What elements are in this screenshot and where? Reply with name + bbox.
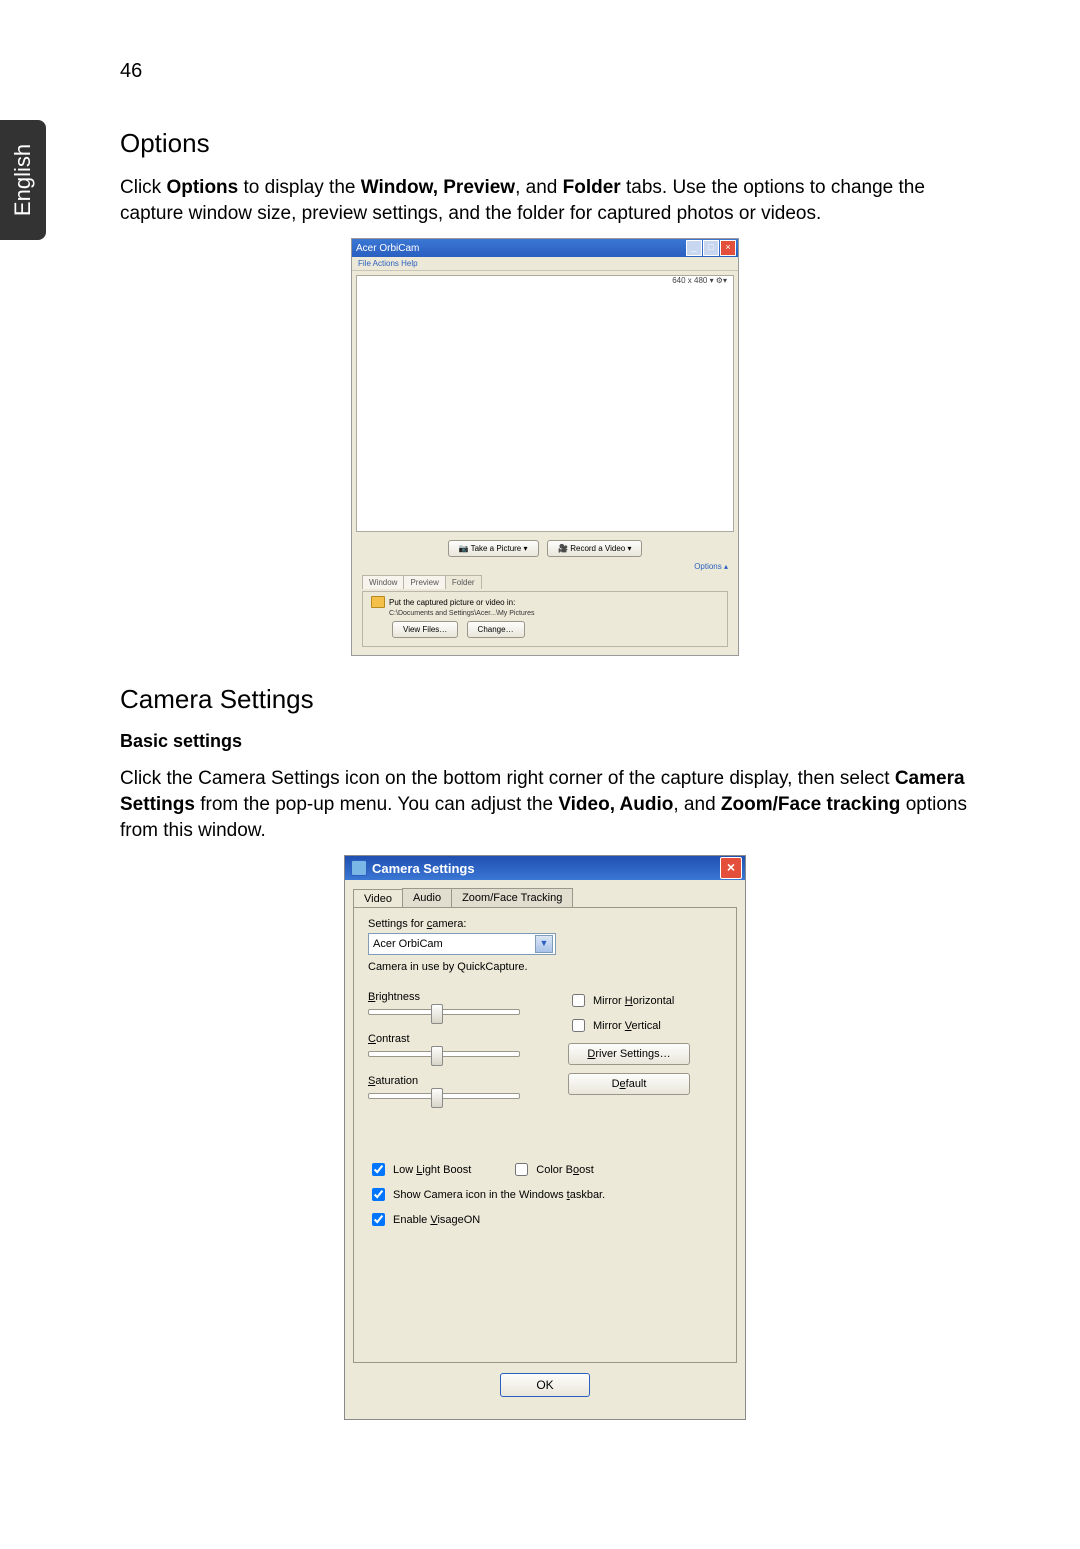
label: Record a Video	[570, 544, 625, 553]
tab-preview[interactable]: Preview	[403, 575, 445, 589]
camera-settings-paragraph: Click the Camera Settings icon on the bo…	[120, 766, 970, 843]
camera-select-value: Acer OrbiCam	[373, 938, 443, 950]
orbicam-preview-area: 640 x 480 ▾ ⚙▾	[356, 275, 734, 532]
saturation-slider[interactable]: Saturation	[368, 1075, 538, 1099]
text-bold: Video, Audio	[558, 794, 673, 815]
default-button[interactable]: Default	[568, 1073, 690, 1095]
basic-settings-subheading: Basic settings	[120, 731, 970, 752]
camera-settings-dialog: Camera Settings × Video Audio Zoom/Face …	[344, 855, 746, 1420]
orbicam-window: Acer OrbiCam _ □ × File Actions Help 640…	[351, 238, 739, 656]
camera-icon	[351, 860, 367, 876]
low-light-boost-checkbox[interactable]: Low Light Boost	[368, 1160, 471, 1179]
tab-folder[interactable]: Folder	[445, 575, 482, 589]
folder-panel: Put the captured picture or video in: C:…	[362, 591, 728, 647]
tab-window[interactable]: Window	[362, 575, 404, 589]
language-tab-label: English	[10, 144, 36, 216]
mirror-horizontal-checkbox[interactable]: Mirror Horizontal	[568, 991, 728, 1010]
enable-visageon-checkbox[interactable]: Enable VisageON	[368, 1210, 722, 1229]
camera-settings-heading: Camera Settings	[120, 684, 970, 715]
options-tabs: WindowPreviewFolder	[362, 575, 728, 589]
tab-video[interactable]: Video	[353, 889, 403, 908]
color-boost-checkbox[interactable]: Color Boost	[511, 1160, 594, 1179]
camera-in-use-status: Camera in use by QuickCapture.	[368, 961, 722, 973]
page-number: 46	[120, 60, 970, 83]
options-toggle[interactable]: Options ▴	[694, 562, 728, 571]
record-video-button[interactable]: 🎥 Record a Video ▾	[547, 540, 642, 557]
text: , and	[515, 177, 563, 198]
orbicam-titlebar: Acer OrbiCam _ □ ×	[352, 239, 738, 257]
minimize-button[interactable]: _	[686, 240, 702, 256]
close-button[interactable]: ×	[720, 240, 736, 256]
folder-icon	[371, 596, 385, 608]
tab-audio[interactable]: Audio	[402, 888, 452, 907]
ok-button[interactable]: OK	[500, 1373, 590, 1397]
take-picture-button[interactable]: 📷 Take a Picture ▾	[448, 540, 539, 557]
view-files-button[interactable]: View Files…	[392, 621, 458, 638]
brightness-slider[interactable]: Brightness	[368, 991, 538, 1015]
folder-caption: Put the captured picture or video in:	[389, 598, 515, 607]
camset-titlebar: Camera Settings ×	[345, 856, 745, 880]
text-bold: Zoom/Face tracking	[721, 794, 901, 815]
change-folder-button[interactable]: Change…	[467, 621, 525, 638]
camset-title-text: Camera Settings	[372, 861, 475, 876]
show-taskbar-icon-checkbox[interactable]: Show Camera icon in the Windows taskbar.	[368, 1185, 722, 1204]
resolution-status[interactable]: 640 x 480 ▾ ⚙▾	[672, 276, 727, 285]
contrast-slider[interactable]: Contrast	[368, 1033, 538, 1057]
settings-for-camera-label: Settings for camera:	[368, 918, 722, 930]
orbicam-title-text: Acer OrbiCam	[356, 243, 419, 254]
folder-path: C:\Documents and Settings\Acer...\My Pic…	[389, 610, 719, 617]
camera-select[interactable]: Acer OrbiCam ▼	[368, 933, 556, 955]
text: Click the Camera Settings icon on the bo…	[120, 768, 895, 789]
text: , and	[673, 794, 721, 815]
chevron-down-icon: ▼	[535, 935, 553, 953]
text-bold: Options	[166, 177, 238, 198]
options-paragraph: Click Options to display the Window, Pre…	[120, 175, 970, 226]
text: from the pop-up menu. You can adjust the	[195, 794, 558, 815]
orbicam-menubar[interactable]: File Actions Help	[352, 257, 738, 271]
language-tab: English	[0, 120, 46, 240]
driver-settings-button[interactable]: Driver Settings…	[568, 1043, 690, 1065]
options-heading: Options	[120, 128, 970, 159]
mirror-vertical-checkbox[interactable]: Mirror Vertical	[568, 1016, 728, 1035]
camset-tabs: Video Audio Zoom/Face Tracking	[353, 888, 737, 907]
video-tab-panel: Settings for camera: Acer OrbiCam ▼ Came…	[353, 907, 737, 1363]
label: Take a Picture	[471, 544, 522, 553]
text-bold: Window, Preview	[361, 177, 515, 198]
close-button[interactable]: ×	[720, 857, 742, 879]
maximize-button[interactable]: □	[703, 240, 719, 256]
tab-zoom-face-tracking[interactable]: Zoom/Face Tracking	[451, 888, 573, 907]
text-bold: Folder	[563, 177, 621, 198]
text: to display the	[238, 177, 361, 198]
text: Click	[120, 177, 166, 198]
